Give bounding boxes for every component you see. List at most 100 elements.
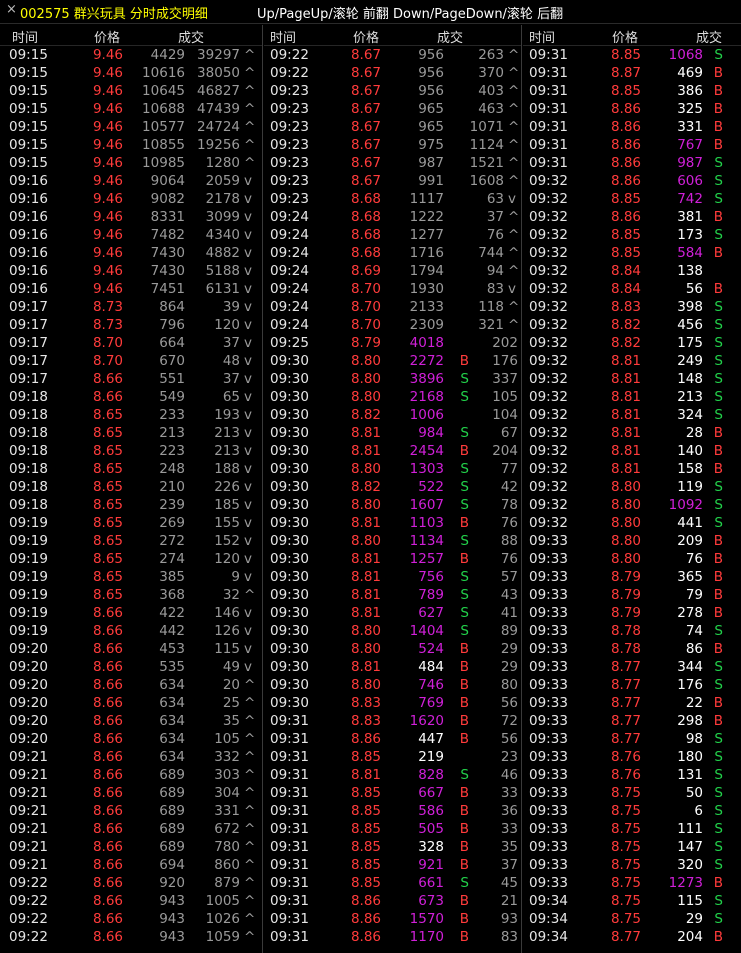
table-row[interactable]: 09:18 8.65 248 188 v (0, 460, 262, 478)
table-row[interactable]: 09:18 8.65 233 193 v (0, 406, 262, 424)
table-row[interactable]: 09:21 8.66 634 332 ^ (0, 748, 262, 766)
table-row[interactable]: 09:31 8.85 505 B 33 (264, 820, 521, 838)
table-row[interactable]: 09:22 8.66 943 1026 ^ (0, 910, 262, 928)
table-row[interactable]: 09:33 8.75 111 S (523, 820, 741, 838)
table-row[interactable]: 09:33 8.75 6 S (523, 802, 741, 820)
table-row[interactable]: 09:31 8.87 469 B (523, 64, 741, 82)
table-row[interactable]: 09:16 9.46 7451 6131 v (0, 280, 262, 298)
table-row[interactable]: 09:17 8.70 670 48 v (0, 352, 262, 370)
table-row[interactable]: 09:24 8.70 2133 118 ^ (264, 298, 521, 316)
table-row[interactable]: 09:33 8.79 365 B (523, 568, 741, 586)
table-row[interactable]: 09:18 8.65 239 185 v (0, 496, 262, 514)
table-row[interactable]: 09:32 8.85 742 S (523, 190, 741, 208)
table-row[interactable]: 09:32 8.84 56 B (523, 280, 741, 298)
table-row[interactable]: 09:19 8.65 274 120 v (0, 550, 262, 568)
table-row[interactable]: 09:16 9.46 9064 2059 v (0, 172, 262, 190)
table-row[interactable]: 09:30 8.80 1607 S 78 (264, 496, 521, 514)
table-row[interactable]: 09:31 8.86 1570 B 93 (264, 910, 521, 928)
table-row[interactable]: 09:30 8.82 522 S 42 (264, 478, 521, 496)
trade-column-2[interactable]: 时间 价格 成交 09:22 8.67 956 263 ^ 09:22 8.67 956 370… (264, 25, 521, 953)
table-row[interactable]: 09:19 8.65 385 9 v (0, 568, 262, 586)
table-row[interactable]: 09:33 8.75 50 S (523, 784, 741, 802)
table-row[interactable]: 09:18 8.65 223 213 v (0, 442, 262, 460)
table-row[interactable]: 09:30 8.80 746 B 80 (264, 676, 521, 694)
table-row[interactable]: 09:34 8.77 204 B (523, 928, 741, 946)
table-row[interactable]: 09:32 8.80 441 S (523, 514, 741, 532)
table-row[interactable]: 09:33 8.76 131 S (523, 766, 741, 784)
table-row[interactable]: 09:32 8.81 158 B (523, 460, 741, 478)
table-row[interactable]: 09:30 8.80 2168 S 105 (264, 388, 521, 406)
table-row[interactable]: 09:31 8.85 921 B 37 (264, 856, 521, 874)
table-row[interactable]: 09:18 8.65 213 213 v (0, 424, 262, 442)
table-row[interactable]: 09:22 8.67 956 263 ^ (264, 46, 521, 64)
table-row[interactable]: 09:32 8.81 249 S (523, 352, 741, 370)
table-row[interactable]: 09:32 8.81 28 B (523, 424, 741, 442)
table-row[interactable]: 09:32 8.81 213 S (523, 388, 741, 406)
table-row[interactable]: 09:22 8.66 943 1005 ^ (0, 892, 262, 910)
table-row[interactable]: 09:30 8.81 627 S 41 (264, 604, 521, 622)
table-row[interactable]: 09:15 9.46 10985 1280 ^ (0, 154, 262, 172)
table-row[interactable]: 09:15 9.46 4429 39297 ^ (0, 46, 262, 64)
table-row[interactable]: 09:31 8.86 1170 B 83 (264, 928, 521, 946)
table-row[interactable]: 09:19 8.65 368 32 ^ (0, 586, 262, 604)
table-row[interactable]: 09:33 8.78 86 B (523, 640, 741, 658)
table-row[interactable]: 09:31 8.85 219 23 (264, 748, 521, 766)
table-row[interactable]: 09:16 9.46 7482 4340 v (0, 226, 262, 244)
table-row[interactable]: 09:22 8.66 943 1059 ^ (0, 928, 262, 946)
table-row[interactable]: 09:33 8.79 79 B (523, 586, 741, 604)
table-row[interactable]: 09:33 8.77 98 S (523, 730, 741, 748)
table-row[interactable]: 09:33 8.80 209 B (523, 532, 741, 550)
table-row[interactable]: 09:33 8.79 278 B (523, 604, 741, 622)
table-row[interactable]: 09:17 8.73 864 39 v (0, 298, 262, 316)
table-row[interactable]: 09:19 8.65 272 152 v (0, 532, 262, 550)
table-row[interactable]: 09:33 8.76 180 S (523, 748, 741, 766)
table-row[interactable]: 09:20 8.66 453 115 v (0, 640, 262, 658)
table-row[interactable]: 09:32 8.81 324 S (523, 406, 741, 424)
table-row[interactable]: 09:15 9.46 10577 24724 ^ (0, 118, 262, 136)
table-row[interactable]: 09:31 8.86 325 B (523, 100, 741, 118)
table-row[interactable]: 09:30 8.81 789 S 43 (264, 586, 521, 604)
table-row[interactable]: 09:30 8.80 1134 S 88 (264, 532, 521, 550)
table-row[interactable]: 09:32 8.86 381 B (523, 208, 741, 226)
table-row[interactable]: 09:20 8.66 634 35 ^ (0, 712, 262, 730)
table-row[interactable]: 09:21 8.66 689 331 ^ (0, 802, 262, 820)
table-row[interactable]: 09:30 8.81 1103 B 76 (264, 514, 521, 532)
table-row[interactable]: 09:31 8.85 328 B 35 (264, 838, 521, 856)
table-row[interactable]: 09:30 8.81 2454 B 204 (264, 442, 521, 460)
table-row[interactable]: 09:24 8.68 1222 37 ^ (264, 208, 521, 226)
table-row[interactable]: 09:24 8.70 1930 83 v (264, 280, 521, 298)
table-row[interactable]: 09:30 8.82 1006 104 (264, 406, 521, 424)
table-row[interactable]: 09:15 9.46 10688 47439 ^ (0, 100, 262, 118)
table-row[interactable]: 09:33 8.75 1273 B (523, 874, 741, 892)
table-row[interactable]: 09:15 9.46 10645 46827 ^ (0, 82, 262, 100)
table-row[interactable]: 09:21 8.66 689 303 ^ (0, 766, 262, 784)
table-row[interactable]: 09:31 8.85 667 B 33 (264, 784, 521, 802)
table-row[interactable]: 09:31 8.86 331 B (523, 118, 741, 136)
table-row[interactable]: 09:31 8.85 661 S 45 (264, 874, 521, 892)
table-row[interactable]: 09:31 8.86 767 B (523, 136, 741, 154)
table-row[interactable]: 09:21 8.66 689 780 ^ (0, 838, 262, 856)
table-row[interactable]: 09:30 8.80 2272 B 176 (264, 352, 521, 370)
table-row[interactable]: 09:32 8.84 138 (523, 262, 741, 280)
table-row[interactable]: 09:16 9.46 9082 2178 v (0, 190, 262, 208)
table-row[interactable]: 09:33 8.75 147 S (523, 838, 741, 856)
table-row[interactable]: 09:32 8.81 140 B (523, 442, 741, 460)
table-row[interactable]: 09:30 8.83 769 B 56 (264, 694, 521, 712)
table-row[interactable]: 09:30 8.80 1404 S 89 (264, 622, 521, 640)
table-row[interactable]: 09:21 8.66 694 860 ^ (0, 856, 262, 874)
table-row[interactable]: 09:19 8.65 269 155 v (0, 514, 262, 532)
table-row[interactable]: 09:15 9.46 10855 19256 ^ (0, 136, 262, 154)
table-row[interactable]: 09:30 8.80 1303 S 77 (264, 460, 521, 478)
table-row[interactable]: 09:32 8.82 456 S (523, 316, 741, 334)
table-row[interactable]: 09:16 9.46 7430 4882 v (0, 244, 262, 262)
table-row[interactable]: 09:31 8.85 1068 S (523, 46, 741, 64)
table-row[interactable]: 09:22 8.66 920 879 ^ (0, 874, 262, 892)
table-row[interactable]: 09:16 9.46 7430 5188 v (0, 262, 262, 280)
table-row[interactable]: 09:18 8.66 549 65 v (0, 388, 262, 406)
table-row[interactable]: 09:22 8.67 956 370 ^ (264, 64, 521, 82)
table-row[interactable]: 09:24 8.70 2309 321 ^ (264, 316, 521, 334)
table-row[interactable]: 09:20 8.66 535 49 v (0, 658, 262, 676)
table-row[interactable]: 09:19 8.66 442 126 v (0, 622, 262, 640)
table-row[interactable]: 09:30 8.81 484 B 29 (264, 658, 521, 676)
table-row[interactable]: 09:31 8.86 987 S (523, 154, 741, 172)
